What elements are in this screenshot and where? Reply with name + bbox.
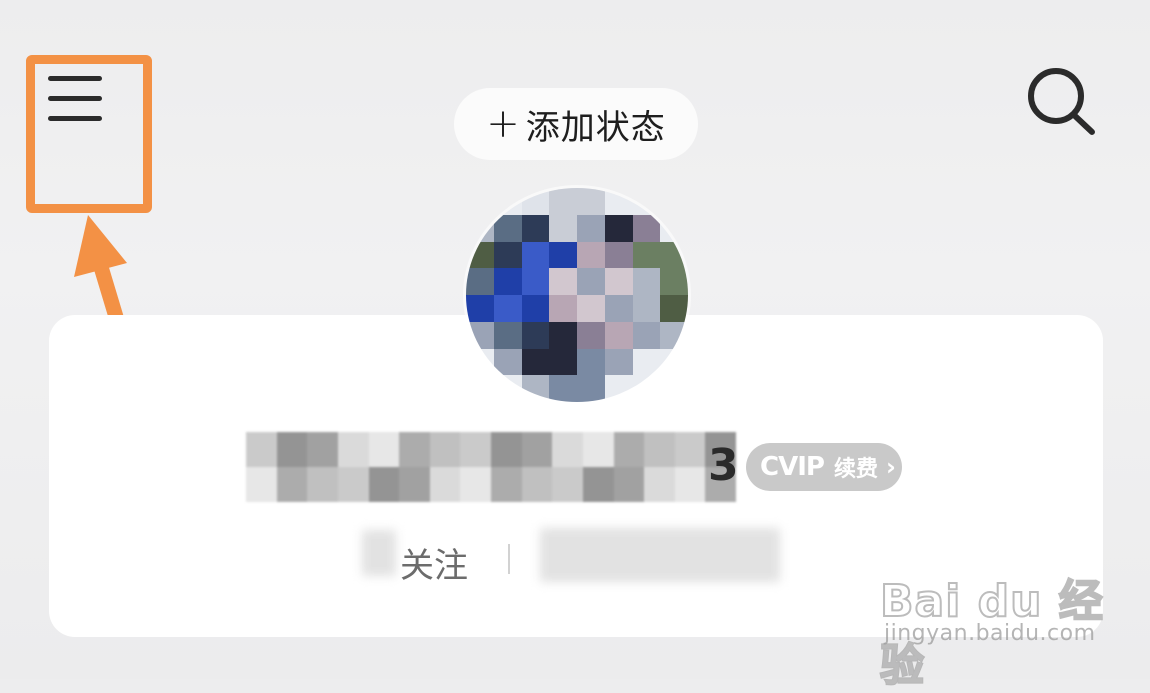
vip-logo: CVIP bbox=[760, 452, 825, 482]
fans-stat-blurred[interactable] bbox=[540, 528, 780, 582]
search-button[interactable] bbox=[1022, 64, 1102, 140]
follow-label[interactable]: 关注 bbox=[400, 538, 468, 587]
username-suffix: 3 bbox=[708, 440, 739, 491]
chevron-right-icon: › bbox=[885, 453, 896, 481]
follow-count-blurred bbox=[362, 530, 396, 576]
avatar[interactable] bbox=[466, 188, 688, 402]
add-status-button[interactable]: + 添加状态 bbox=[454, 88, 698, 160]
watermark-url: jingyan.baidu.com bbox=[884, 621, 1096, 646]
stats-divider bbox=[508, 544, 510, 574]
vip-renew-badge[interactable]: CVIP 续费 › bbox=[746, 443, 902, 491]
vip-renew-label: 续费 bbox=[833, 457, 878, 482]
highlight-annotation-box bbox=[26, 55, 152, 213]
baidu-jingyan-watermark: Bai du 经验 jingyan.baidu.com bbox=[879, 555, 1130, 692]
search-icon bbox=[1028, 68, 1095, 135]
plus-icon: + bbox=[486, 101, 520, 147]
add-status-label: 添加状态 bbox=[525, 107, 666, 148]
username-blurred bbox=[246, 432, 736, 502]
